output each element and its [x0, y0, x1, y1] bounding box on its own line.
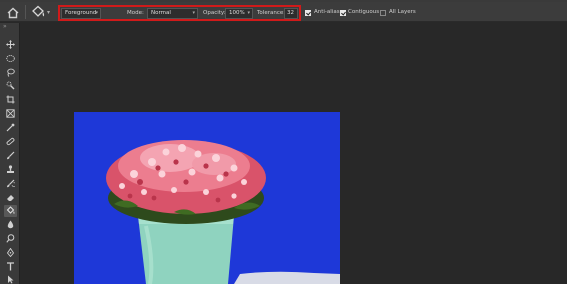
chevron-down-icon: ▾	[47, 9, 51, 16]
mode-select[interactable]: Normal ▾	[147, 8, 198, 19]
separator	[25, 5, 26, 19]
mode-value: Normal	[151, 10, 171, 16]
document-canvas[interactable]	[74, 112, 340, 284]
opacity-field[interactable]: 100% ▾	[225, 8, 253, 19]
pen-tool-icon[interactable]	[4, 247, 17, 259]
opacity-label: Opacity:	[203, 10, 226, 16]
brush-tool-icon[interactable]	[4, 150, 17, 162]
home-icon[interactable]	[6, 5, 20, 19]
healing-brush-tool-icon[interactable]	[4, 136, 17, 148]
tolerance-label: Tolerance:	[257, 10, 286, 16]
all-layers-checkbox[interactable]	[380, 10, 386, 16]
contiguous-checkbox[interactable]	[340, 10, 346, 16]
chevron-down-icon: ▾	[95, 10, 98, 16]
history-brush-tool-icon[interactable]	[4, 178, 17, 190]
clone-stamp-tool-icon[interactable]	[4, 164, 17, 176]
chevron-down-icon: ▾	[247, 10, 250, 16]
anti-alias-checkbox[interactable]	[305, 10, 311, 16]
marquee-tool-icon[interactable]	[4, 53, 17, 65]
dodge-tool-icon[interactable]	[4, 233, 17, 245]
type-tool-icon[interactable]	[4, 261, 17, 273]
crop-tool-icon[interactable]	[4, 94, 17, 106]
anti-alias-label: Anti-alias	[314, 9, 340, 15]
options-bar: ▾ Foreground ▾ Mode: Normal ▾ Opacity: 1…	[0, 2, 567, 22]
eraser-tool-icon[interactable]	[4, 192, 17, 204]
tools-panel: »	[0, 23, 20, 284]
flower-pot-image	[74, 140, 340, 284]
mode-label: Mode:	[127, 10, 144, 16]
fill-source-select[interactable]: Foreground ▾	[61, 8, 101, 19]
move-tool-icon[interactable]	[4, 39, 17, 51]
path-selection-tool-icon[interactable]	[4, 274, 17, 284]
fill-source-value: Foreground	[65, 10, 97, 16]
lasso-tool-icon[interactable]	[4, 67, 17, 79]
frame-tool-icon[interactable]	[4, 108, 17, 120]
paint-bucket-tool-icon[interactable]	[4, 205, 17, 217]
tolerance-value: 32	[287, 10, 294, 16]
blur-tool-icon[interactable]	[4, 219, 17, 231]
collapse-panel-icon[interactable]: »	[3, 23, 7, 30]
contiguous-label: Contiguous	[348, 9, 380, 15]
tolerance-field[interactable]: 32	[284, 8, 298, 19]
paint-bucket-icon	[32, 5, 45, 17]
eyedropper-tool-icon[interactable]	[4, 122, 17, 134]
all-layers-label: All Layers	[389, 9, 416, 15]
quick-selection-tool-icon[interactable]	[4, 80, 17, 92]
tool-preset-picker[interactable]: ▾	[29, 5, 55, 20]
opacity-value: 100%	[229, 10, 245, 16]
chevron-down-icon: ▾	[192, 10, 195, 16]
